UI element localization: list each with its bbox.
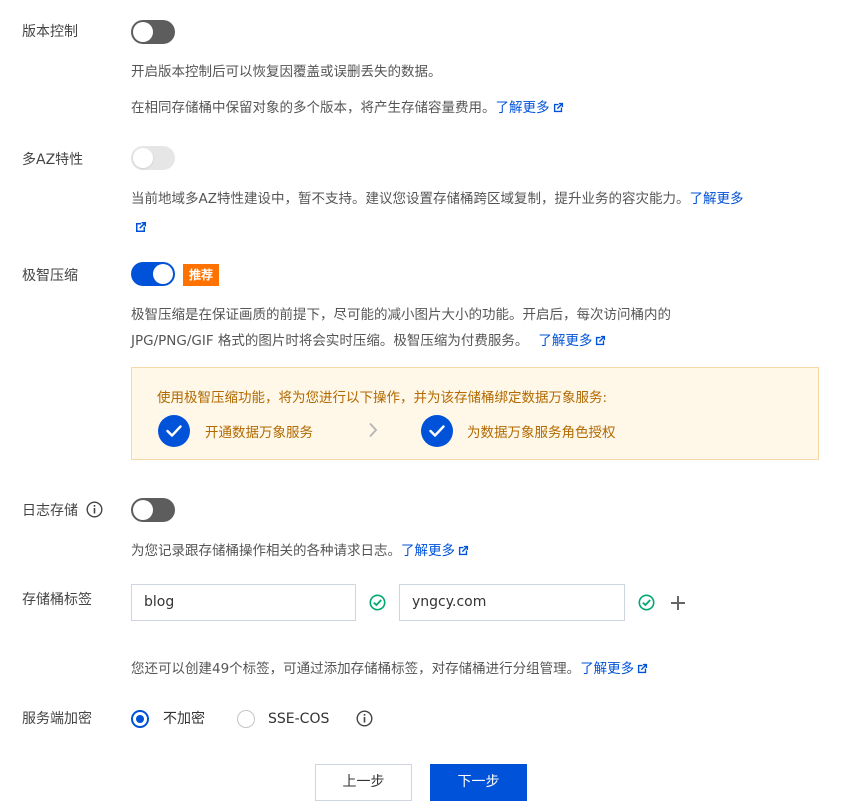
encryption-label: 服务端加密 bbox=[22, 711, 92, 727]
valid-check-icon bbox=[638, 594, 655, 611]
radio-sse-cos-label[interactable]: SSE-COS bbox=[268, 709, 329, 729]
versioning-toggle[interactable] bbox=[131, 20, 175, 44]
radio-sse-cos[interactable] bbox=[237, 710, 255, 728]
logging-label: 日志存储 bbox=[22, 501, 103, 521]
recommend-badge: 推荐 bbox=[183, 264, 220, 286]
tag-value-input[interactable]: yngcy.com bbox=[399, 584, 625, 621]
info-icon[interactable] bbox=[356, 710, 373, 727]
radio-no-encryption[interactable] bbox=[131, 710, 149, 728]
notice-text: 使用极智压缩功能，将为您进行以下操作，并为该存储桶绑定数据万象服务: bbox=[157, 390, 608, 406]
check-icon bbox=[158, 415, 190, 447]
versioning-learn-more-link[interactable]: 了解更多 bbox=[496, 100, 564, 116]
versioning-label: 版本控制 bbox=[22, 24, 78, 40]
chevron-right-icon bbox=[369, 422, 378, 438]
multi-az-learn-more-link[interactable]: 了解更多 bbox=[689, 191, 743, 207]
notice-step-1: 开通数据万象服务 bbox=[205, 425, 313, 441]
multi-az-toggle bbox=[131, 146, 175, 170]
next-step-button[interactable]: 下一步 bbox=[430, 764, 527, 801]
check-icon bbox=[421, 415, 453, 447]
tags-desc: 您还可以创建49个标签，可通过添加存储桶标签，对存储桶进行分组管理。了解更多 bbox=[131, 659, 648, 679]
versioning-desc-1: 开启版本控制后可以恢复因覆盖或误删丢失的数据。 bbox=[131, 64, 442, 80]
external-link-icon bbox=[458, 545, 469, 556]
logging-learn-more-link[interactable]: 了解更多 bbox=[401, 543, 469, 559]
tags-learn-more-link[interactable]: 了解更多 bbox=[580, 661, 648, 677]
info-icon[interactable] bbox=[86, 501, 103, 518]
external-link-icon[interactable] bbox=[135, 221, 147, 233]
compression-learn-more-link[interactable]: 了解更多 bbox=[538, 333, 606, 349]
multi-az-label: 多AZ特性 bbox=[22, 152, 84, 168]
compression-toggle[interactable] bbox=[131, 262, 175, 286]
logging-desc: 为您记录跟存储桶操作相关的各种请求日志。了解更多 bbox=[131, 541, 469, 561]
external-link-icon bbox=[638, 663, 648, 674]
multi-az-desc: 当前地域多AZ特性建设中，暂不支持。建议您设置存储桶跨区域复制，提升业务的容灾能… bbox=[131, 191, 744, 207]
versioning-desc-2: 在相同存储桶中保留对象的多个版本，将产生存储容量费用。了解更多 bbox=[131, 98, 564, 118]
prev-step-button[interactable]: 上一步 bbox=[315, 764, 412, 801]
compression-notice: 使用极智压缩功能，将为您进行以下操作，并为该存储桶绑定数据万象服务: 开通数据万… bbox=[131, 367, 819, 460]
compression-label: 极智压缩 bbox=[22, 268, 78, 284]
add-icon[interactable] bbox=[671, 596, 685, 610]
notice-step-2: 为数据万象服务角色授权 bbox=[467, 425, 616, 441]
logging-toggle[interactable] bbox=[131, 498, 175, 522]
external-link-icon bbox=[553, 102, 563, 113]
valid-check-icon bbox=[369, 594, 386, 611]
external-link-icon bbox=[596, 335, 606, 346]
compression-desc-2: JPG/PNG/GIF 格式的图片时将会实时压缩。极智压缩为付费服务。 了解更多 bbox=[131, 331, 606, 351]
tag-key-input[interactable]: blog bbox=[131, 584, 356, 621]
compression-desc-1: 极智压缩是在保证画质的前提下，尽可能的减小图片大小的功能。开启后，每次访问桶内的 bbox=[131, 307, 671, 323]
radio-no-encryption-label[interactable]: 不加密 bbox=[163, 709, 205, 729]
tags-label: 存储桶标签 bbox=[22, 592, 92, 608]
